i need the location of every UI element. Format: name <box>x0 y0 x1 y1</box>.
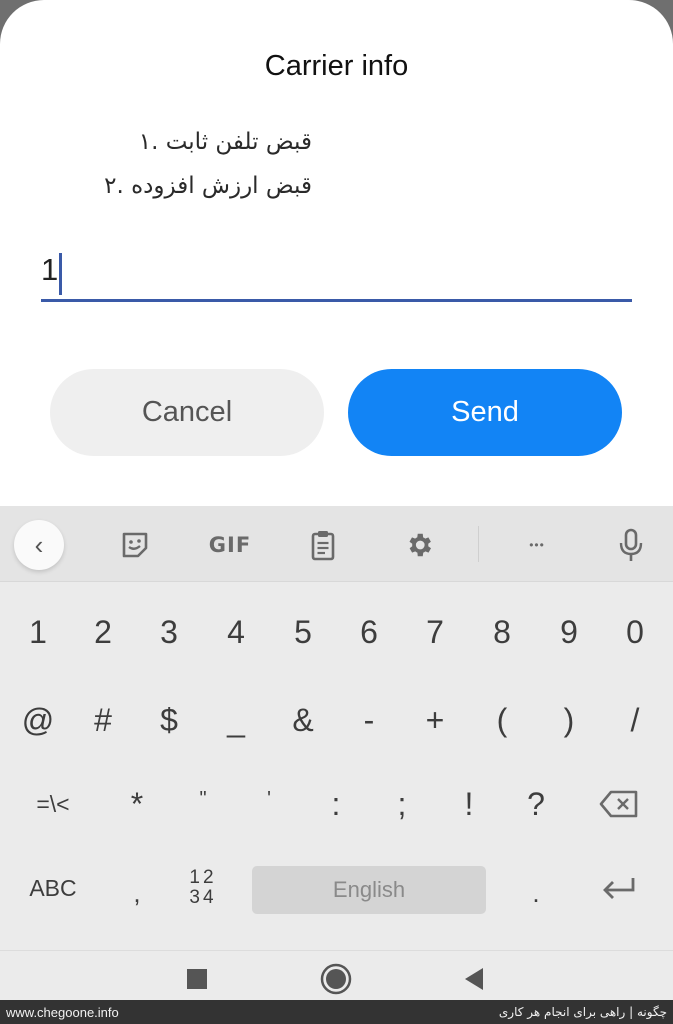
back-triangle-icon <box>465 968 483 990</box>
microphone-icon <box>619 528 643 561</box>
keyboard-toolbar: ‹ GIF ••• <box>0 506 673 582</box>
gear-icon <box>409 533 431 557</box>
sticker-icon <box>122 532 148 558</box>
dialog-title: Carrier info <box>264 50 409 82</box>
key-ampersand[interactable]: & <box>270 678 336 762</box>
message-line-2: قبض ارزش افزوده .۲ <box>104 173 312 199</box>
key-open-paren[interactable]: ( <box>469 678 535 762</box>
key-exclamation[interactable]: ! <box>436 762 502 846</box>
key-close-paren[interactable]: ) <box>536 678 602 762</box>
key-slash[interactable]: / <box>602 678 668 762</box>
more-icon: ••• <box>529 538 545 552</box>
keyboard-row-numbers: 1 2 3 4 5 6 7 8 9 0 <box>0 590 673 674</box>
carrier-info-dialog: Carrier info قبض تلفن ثابت .۱ قبض ارزش ا… <box>0 0 673 506</box>
voice-input-button[interactable] <box>606 520 656 570</box>
dialog-message: قبض تلفن ثابت .۱ قبض ارزش افزوده .۲ <box>72 120 312 208</box>
key-hash[interactable]: # <box>70 678 136 762</box>
input-value: 1 <box>41 252 59 287</box>
key-colon[interactable]: : <box>303 762 369 846</box>
keyboard: ‹ GIF ••• 1 2 3 4 5 6 7 8 9 0 @ # $ _ & … <box>0 506 673 1000</box>
message-line-1: قبض تلفن ثابت .۱ <box>138 129 312 155</box>
key-hyphen[interactable]: - <box>336 678 402 762</box>
key-5[interactable]: 5 <box>270 590 336 674</box>
key-asterisk[interactable]: * <box>104 762 170 846</box>
key-single-quote[interactable]: ' <box>236 762 302 846</box>
gif-icon: GIF <box>208 533 252 557</box>
backspace-key[interactable] <box>586 762 652 846</box>
response-input[interactable]: 1 <box>41 246 632 302</box>
numpad-key[interactable]: 12 34 <box>170 846 236 930</box>
clipboard-button[interactable] <box>298 520 348 570</box>
settings-button[interactable] <box>394 520 444 570</box>
key-0[interactable]: 0 <box>602 590 668 674</box>
key-2[interactable]: 2 <box>70 590 136 674</box>
send-button[interactable]: Send <box>348 369 622 456</box>
key-question[interactable]: ? <box>503 762 569 846</box>
key-8[interactable]: 8 <box>469 590 535 674</box>
watermark-footer: www.chegoone.info چگونه | راهی برای انجا… <box>0 1000 673 1024</box>
key-dollar[interactable]: $ <box>136 678 202 762</box>
gif-button[interactable]: GIF <box>204 520 256 570</box>
home-button[interactable] <box>316 959 356 999</box>
sticker-button[interactable] <box>110 520 160 570</box>
key-underscore[interactable]: _ <box>203 678 269 762</box>
enter-key[interactable] <box>586 846 652 930</box>
key-1[interactable]: 1 <box>5 590 71 674</box>
key-at[interactable]: @ <box>5 678 71 762</box>
text-caret <box>59 253 62 295</box>
key-7[interactable]: 7 <box>402 590 468 674</box>
key-period[interactable]: . <box>503 846 569 930</box>
chevron-left-icon: ‹ <box>34 529 44 560</box>
recent-apps-button[interactable] <box>177 959 217 999</box>
numpad-bottom-label: 34 <box>189 887 217 908</box>
clipboard-icon <box>311 531 335 561</box>
key-3[interactable]: 3 <box>136 590 202 674</box>
footer-url: www.chegoone.info <box>6 1004 119 1020</box>
cancel-button[interactable]: Cancel <box>50 369 324 456</box>
key-comma[interactable]: , <box>104 846 170 930</box>
numpad-top-label: 12 <box>189 867 217 888</box>
key-9[interactable]: 9 <box>536 590 602 674</box>
abc-key[interactable]: ABC <box>20 846 86 930</box>
keyboard-row-bottom: ABC , 12 34 English . <box>0 846 673 930</box>
key-plus[interactable]: + <box>402 678 468 762</box>
key-semicolon[interactable]: ; <box>369 762 435 846</box>
backspace-icon <box>599 790 638 818</box>
key-4[interactable]: 4 <box>203 590 269 674</box>
enter-icon <box>603 878 635 899</box>
footer-tagline: چگونه | راهی برای انجام هر کاری <box>498 1005 667 1019</box>
toolbar-divider <box>478 526 479 562</box>
keyboard-row-symbols-1: @ # $ _ & - + ( ) / <box>0 678 673 762</box>
more-symbols-key[interactable]: =\< <box>20 762 86 846</box>
keyboard-row-symbols-2: =\< * " ' : ; ! ? <box>0 762 673 846</box>
back-button[interactable] <box>454 959 494 999</box>
key-6[interactable]: 6 <box>336 590 402 674</box>
square-icon <box>187 969 207 989</box>
system-navigation-bar <box>0 950 673 1000</box>
more-options-button[interactable]: ••• <box>512 520 562 570</box>
home-circle-icon <box>320 963 352 995</box>
key-double-quote[interactable]: " <box>170 762 236 846</box>
space-key[interactable]: English <box>252 866 486 914</box>
collapse-toolbar-button[interactable]: ‹ <box>14 520 64 570</box>
